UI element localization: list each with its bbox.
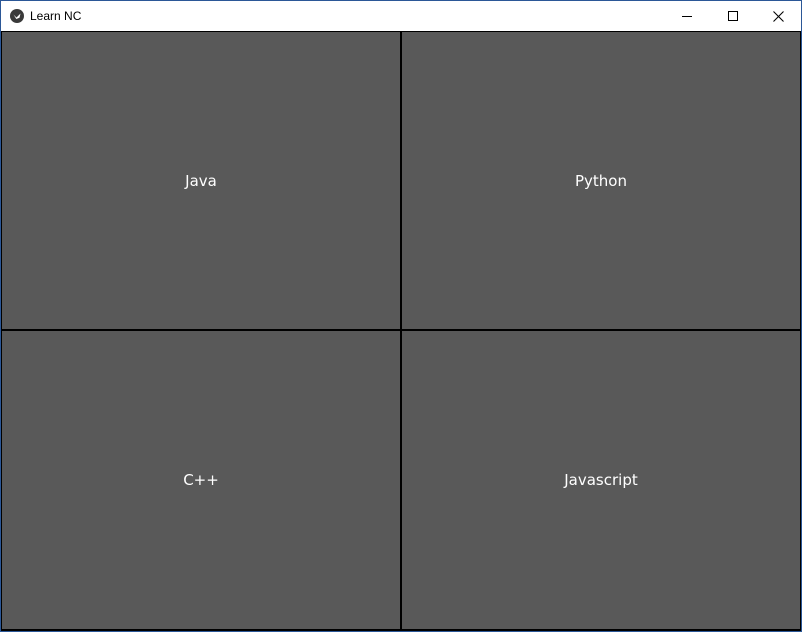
cpp-button[interactable]: C++ — [2, 331, 400, 629]
close-button[interactable] — [755, 1, 801, 31]
minimize-icon — [682, 16, 692, 17]
java-button-label: Java — [185, 171, 217, 190]
javascript-button[interactable]: Javascript — [402, 331, 800, 629]
window-title: Learn NC — [30, 9, 82, 23]
title-bar[interactable]: Learn NC — [1, 1, 801, 31]
javascript-button-label: Javascript — [564, 471, 638, 489]
maximize-icon — [728, 11, 738, 21]
close-icon — [772, 10, 784, 22]
cpp-button-label: C++ — [183, 471, 219, 489]
minimize-button[interactable] — [664, 1, 710, 31]
kivy-logo-icon — [10, 9, 24, 23]
maximize-button[interactable] — [710, 1, 756, 31]
python-button-label: Python — [575, 171, 627, 190]
app-window: Learn NC Java Python C++ Javascript — [0, 0, 802, 632]
python-button[interactable]: Python — [402, 32, 800, 329]
button-grid: Java Python C++ Javascript — [1, 31, 801, 631]
java-button[interactable]: Java — [2, 32, 400, 329]
